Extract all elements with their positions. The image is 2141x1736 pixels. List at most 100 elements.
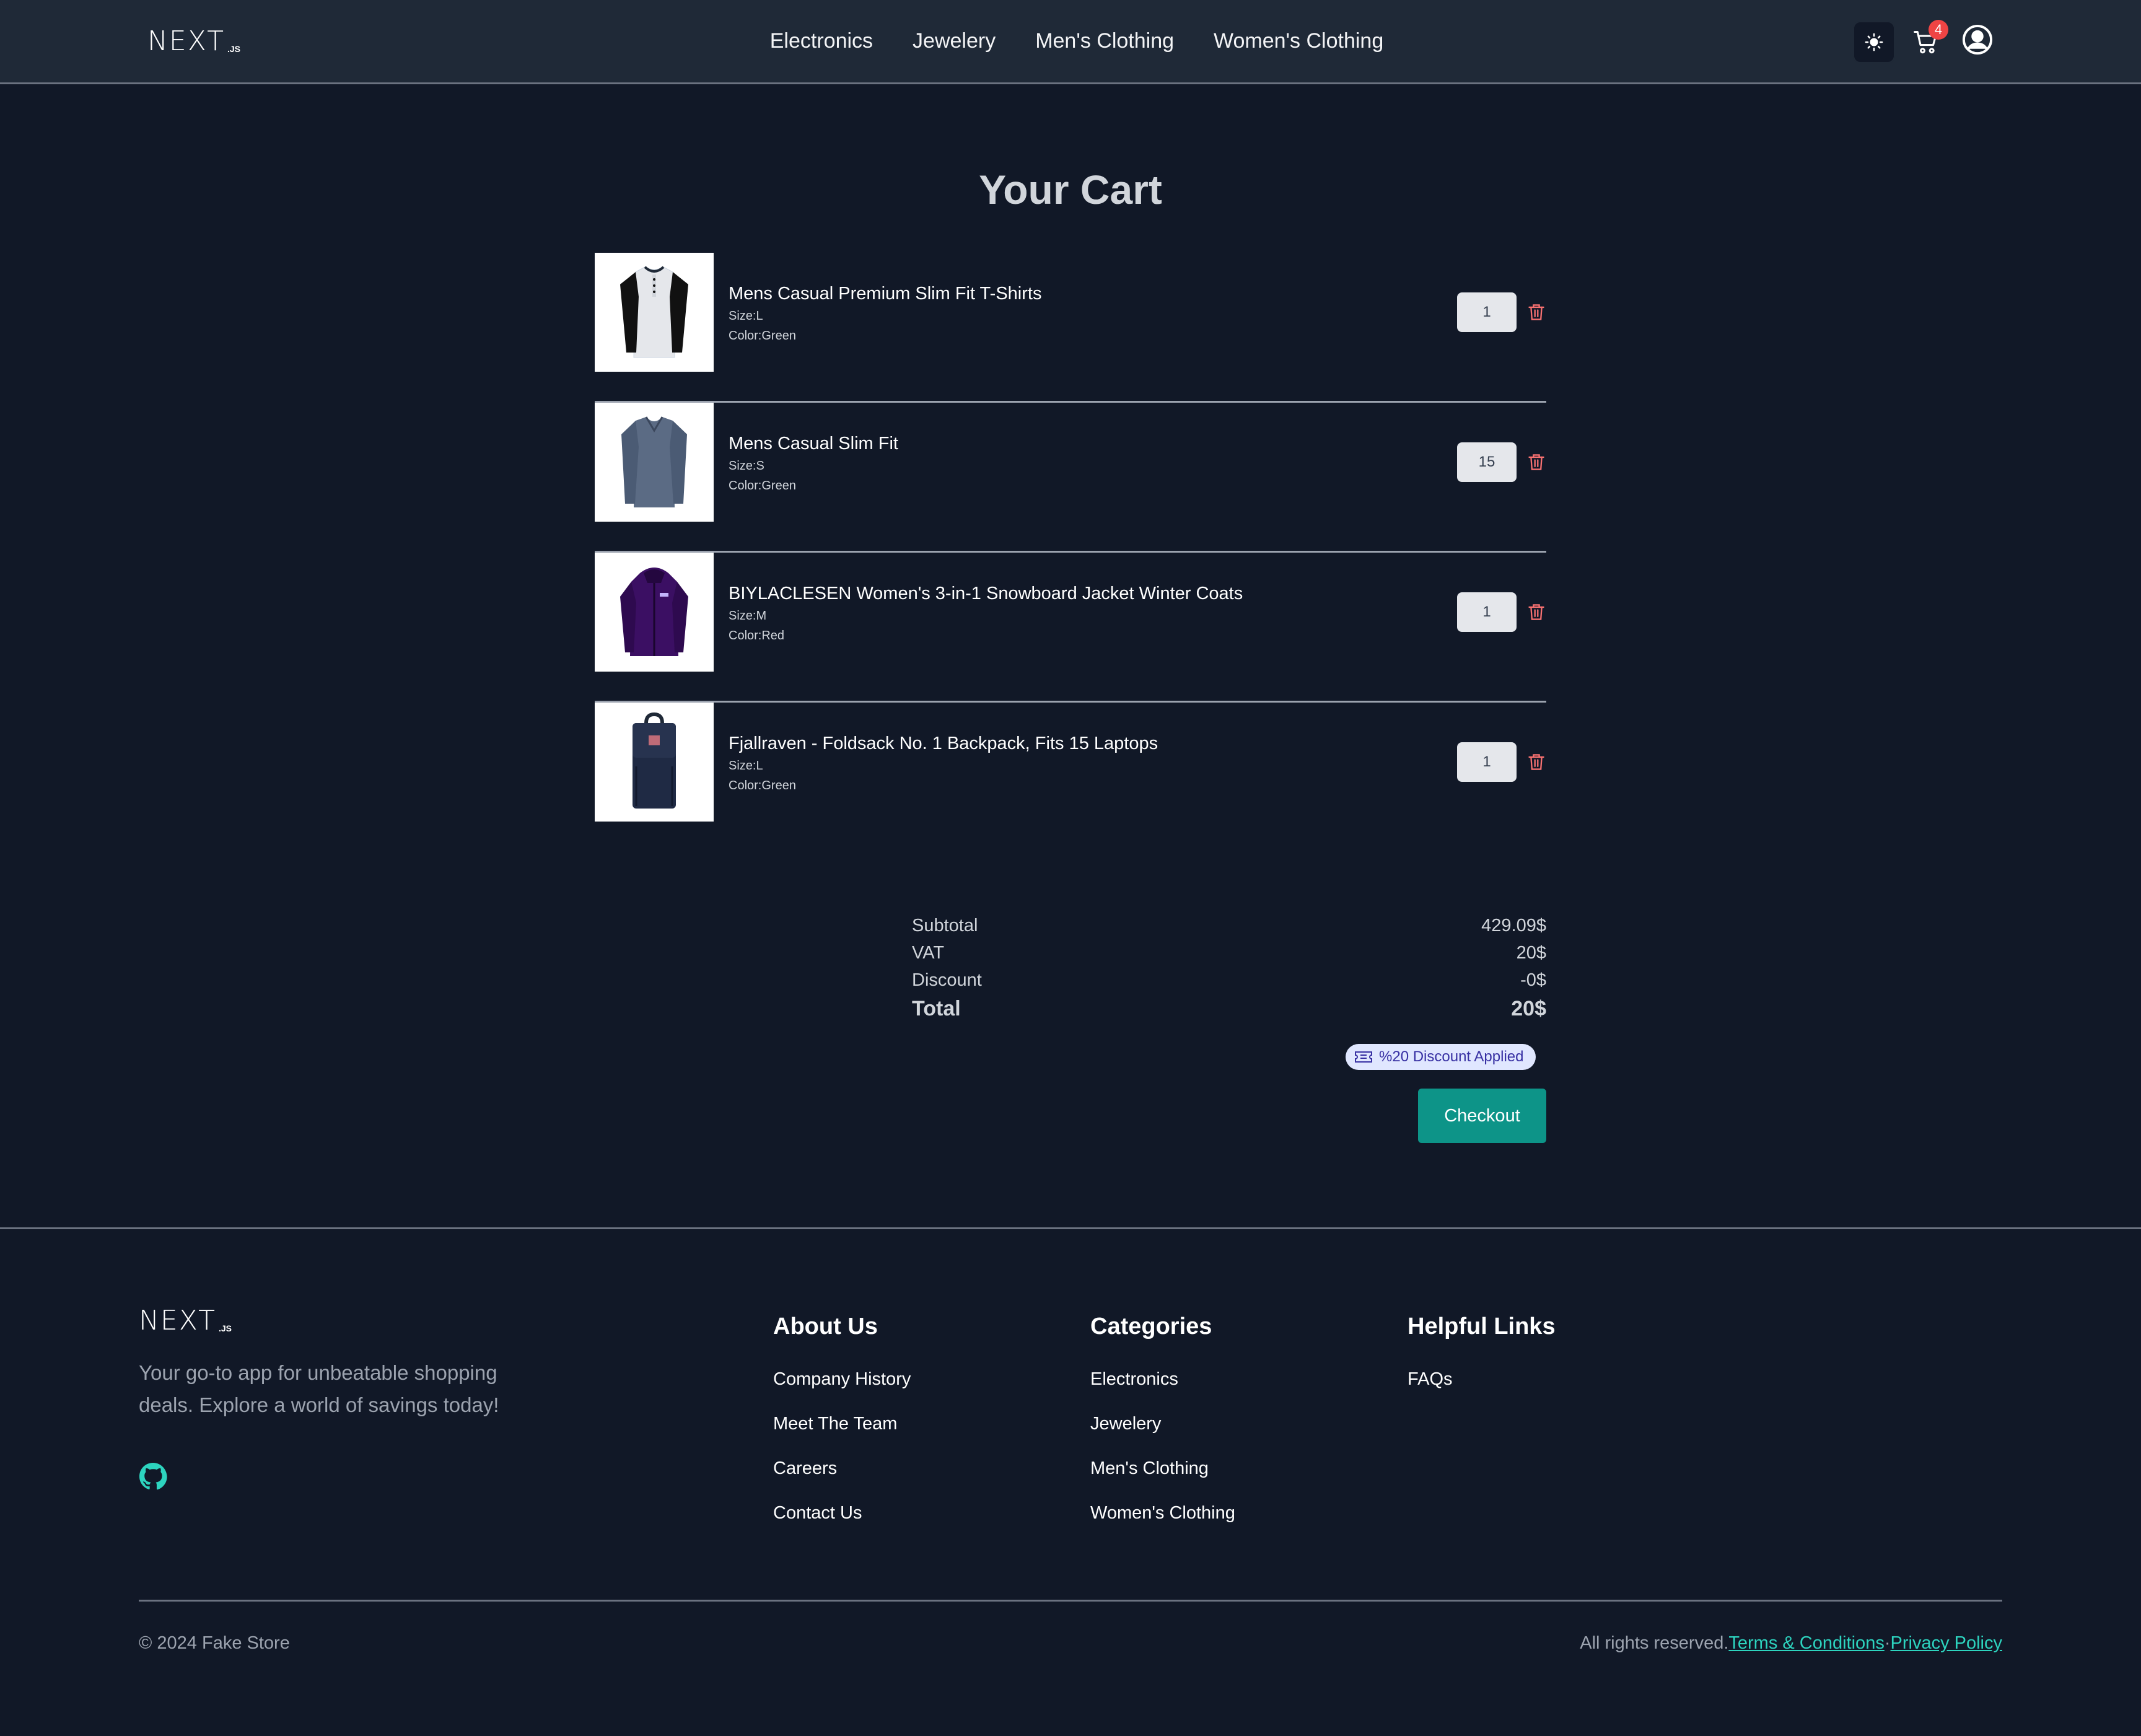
footer-link-electronics[interactable]: Electronics bbox=[1090, 1367, 1235, 1392]
discount-label: Discount bbox=[912, 970, 982, 990]
github-glyph bbox=[139, 1462, 167, 1490]
trash-icon bbox=[1528, 604, 1544, 620]
trash-icon bbox=[1528, 304, 1544, 320]
top-nav-bar: NEXT .JS Electronics Jewelery Men's Clot… bbox=[0, 0, 2141, 84]
page-title: Your Cart bbox=[979, 167, 1162, 213]
discount-applied-badge: %20 Discount Applied bbox=[1346, 1044, 1536, 1070]
nav-link-jewelery[interactable]: Jewelery bbox=[913, 29, 996, 53]
cart-item: Fjallraven - Foldsack No. 1 Backpack, Fi… bbox=[595, 703, 1546, 853]
cart-count-badge: 4 bbox=[1929, 20, 1948, 40]
total-label: Total bbox=[912, 997, 961, 1020]
remove-item-button[interactable] bbox=[1526, 452, 1546, 472]
nav-link-womens-clothing[interactable]: Women's Clothing bbox=[1214, 29, 1383, 53]
github-icon[interactable] bbox=[139, 1462, 167, 1491]
jacket-illustration bbox=[620, 568, 688, 656]
nav-link-mens-clothing[interactable]: Men's Clothing bbox=[1035, 29, 1174, 53]
item-name[interactable]: Mens Casual Premium Slim Fit T-Shirts bbox=[729, 281, 1041, 306]
item-size: Size:M bbox=[729, 609, 767, 623]
nav-link-electronics[interactable]: Electronics bbox=[770, 29, 873, 53]
cart-item-list: Mens Casual Premium Slim Fit T-Shirts Si… bbox=[595, 253, 1546, 853]
subtotal-row: Subtotal 429.09$ bbox=[912, 912, 1546, 939]
shirt-illustration bbox=[621, 416, 687, 507]
item-size: Size:L bbox=[729, 759, 763, 773]
subtotal-label: Subtotal bbox=[912, 916, 978, 936]
checkout-button[interactable]: Checkout bbox=[1418, 1089, 1546, 1143]
user-circle-icon bbox=[1962, 24, 1993, 55]
backpack-product-image[interactable] bbox=[595, 703, 714, 822]
cart-item: Mens Casual Slim Fit Size:S Color:Green … bbox=[595, 403, 1546, 553]
trash-icon bbox=[1528, 454, 1544, 470]
vat-value: 20$ bbox=[1516, 943, 1546, 963]
legal-links: All rights reserved. Terms & Conditions … bbox=[1580, 1633, 2002, 1654]
item-details: Mens Casual Premium Slim Fit T-Shirts Si… bbox=[729, 281, 1041, 346]
ticket-icon bbox=[1355, 1051, 1372, 1063]
footer-link-jewelery[interactable]: Jewelery bbox=[1090, 1411, 1235, 1436]
logo-suffix: .JS bbox=[218, 1323, 232, 1333]
tshirt-illustration bbox=[620, 266, 688, 358]
rights-text: All rights reserved. bbox=[1580, 1633, 1729, 1653]
footer-nextjs-logo[interactable]: NEXT .JS bbox=[139, 1307, 232, 1335]
quantity-input[interactable]: 1 bbox=[1457, 592, 1517, 632]
footer-helpful-links-column: Helpful Links FAQs bbox=[1408, 1312, 1556, 1411]
cart-button[interactable]: 4 bbox=[1909, 20, 1948, 59]
quantity-input[interactable]: 1 bbox=[1457, 742, 1517, 782]
footer-tagline: Your go-to app for unbeatable shopping d… bbox=[139, 1361, 499, 1416]
item-details: Fjallraven - Foldsack No. 1 Backpack, Fi… bbox=[729, 731, 1158, 796]
user-account-button[interactable] bbox=[1960, 22, 1995, 57]
item-size: Size:S bbox=[729, 459, 764, 473]
long-sleeve-shirt-product-image[interactable] bbox=[595, 403, 714, 522]
item-color: Color:Green bbox=[729, 329, 796, 343]
sun-icon bbox=[1865, 33, 1883, 51]
footer-bottom-divider bbox=[139, 1600, 2002, 1602]
item-color: Color:Red bbox=[729, 629, 785, 642]
item-name[interactable]: Mens Casual Slim Fit bbox=[729, 431, 898, 456]
item-details: Mens Casual Slim Fit Size:S Color:Green bbox=[729, 431, 898, 496]
footer-helpful-title: Helpful Links bbox=[1408, 1313, 1556, 1339]
order-summary: Subtotal 429.09$ VAT 20$ Discount -0$ To… bbox=[912, 912, 1546, 1024]
main-nav: Electronics Jewelery Men's Clothing Wome… bbox=[0, 0, 2141, 82]
vat-label: VAT bbox=[912, 943, 945, 963]
footer-about-column: About Us Company History Meet The Team C… bbox=[773, 1312, 911, 1545]
item-name[interactable]: BIYLACLESEN Women's 3-in-1 Snowboard Jac… bbox=[729, 581, 1243, 606]
terms-link[interactable]: Terms & Conditions bbox=[1728, 1633, 1884, 1654]
backpack-illustration bbox=[633, 712, 676, 809]
footer-link-faqs[interactable]: FAQs bbox=[1408, 1367, 1556, 1392]
footer-about-title: About Us bbox=[773, 1313, 878, 1339]
cart-item: BIYLACLESEN Women's 3-in-1 Snowboard Jac… bbox=[595, 553, 1546, 703]
raglan-tshirt-product-image[interactable] bbox=[595, 253, 714, 372]
remove-item-button[interactable] bbox=[1526, 302, 1546, 322]
item-details: BIYLACLESEN Women's 3-in-1 Snowboard Jac… bbox=[729, 581, 1243, 646]
footer-link-meet-the-team[interactable]: Meet The Team bbox=[773, 1411, 911, 1436]
footer-link-company-history[interactable]: Company History bbox=[773, 1367, 911, 1392]
purple-jacket-product-image[interactable] bbox=[595, 553, 714, 672]
remove-item-button[interactable] bbox=[1526, 602, 1546, 622]
privacy-link[interactable]: Privacy Policy bbox=[1891, 1633, 2003, 1654]
remove-item-button[interactable] bbox=[1526, 752, 1546, 772]
footer-link-contact-us[interactable]: Contact Us bbox=[773, 1501, 911, 1525]
discount-badge-text: %20 Discount Applied bbox=[1379, 1048, 1524, 1065]
copyright-text: © 2024 Fake Store bbox=[139, 1633, 290, 1653]
total-value: 20$ bbox=[1511, 997, 1546, 1020]
footer-divider bbox=[0, 1227, 2141, 1229]
discount-value: -0$ bbox=[1520, 970, 1546, 990]
legal-separator: · bbox=[1884, 1633, 1891, 1653]
footer-link-careers[interactable]: Careers bbox=[773, 1456, 911, 1481]
footer-categories-column: Categories Electronics Jewelery Men's Cl… bbox=[1090, 1312, 1235, 1545]
footer-link-mens-clothing[interactable]: Men's Clothing bbox=[1090, 1456, 1235, 1481]
item-size: Size:L bbox=[729, 309, 763, 323]
discount-row: Discount -0$ bbox=[912, 967, 1546, 994]
footer-link-womens-clothing[interactable]: Women's Clothing bbox=[1090, 1501, 1235, 1525]
trash-icon bbox=[1528, 754, 1544, 770]
cart-item: Mens Casual Premium Slim Fit T-Shirts Si… bbox=[595, 253, 1546, 403]
subtotal-value: 429.09$ bbox=[1481, 916, 1546, 936]
item-color: Color:Green bbox=[729, 479, 796, 493]
quantity-input[interactable]: 15 bbox=[1457, 442, 1517, 482]
total-row: Total 20$ bbox=[912, 994, 1546, 1024]
quantity-input[interactable]: 1 bbox=[1457, 292, 1517, 332]
theme-toggle-button[interactable] bbox=[1853, 21, 1895, 63]
footer-categories-title: Categories bbox=[1090, 1313, 1212, 1339]
vat-row: VAT 20$ bbox=[912, 939, 1546, 967]
logo-text: NEXT bbox=[139, 1305, 216, 1336]
item-name[interactable]: Fjallraven - Foldsack No. 1 Backpack, Fi… bbox=[729, 731, 1158, 756]
item-color: Color:Green bbox=[729, 779, 796, 792]
